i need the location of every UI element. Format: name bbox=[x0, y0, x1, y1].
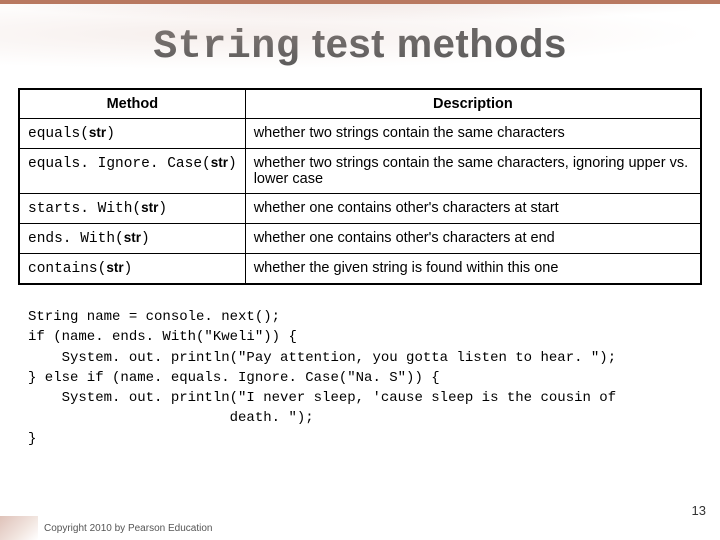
header-description: Description bbox=[245, 89, 701, 119]
table-row: starts. With(str) whether one contains o… bbox=[19, 194, 701, 224]
corner-decoration bbox=[0, 516, 38, 540]
method-desc: whether two strings contain the same cha… bbox=[245, 119, 701, 149]
copyright-footer: Copyright 2010 by Pearson Education bbox=[44, 523, 212, 534]
table-row: equals(str) whether two strings contain … bbox=[19, 119, 701, 149]
page-number: 13 bbox=[692, 503, 706, 518]
code-example: String name = console. next(); if (name.… bbox=[28, 307, 700, 449]
method-name: starts. With(str) bbox=[19, 194, 245, 224]
table-row: equals. Ignore. Case(str) whether two st… bbox=[19, 149, 701, 194]
method-desc: whether the given string is found within… bbox=[245, 254, 701, 285]
table-header-row: Method Description bbox=[19, 89, 701, 119]
method-desc: whether one contains other's characters … bbox=[245, 224, 701, 254]
header-background bbox=[0, 0, 720, 70]
table-row: ends. With(str) whether one contains oth… bbox=[19, 224, 701, 254]
method-desc: whether one contains other's characters … bbox=[245, 194, 701, 224]
table-row: contains(str) whether the given string i… bbox=[19, 254, 701, 285]
header-method: Method bbox=[19, 89, 245, 119]
method-name: ends. With(str) bbox=[19, 224, 245, 254]
method-desc: whether two strings contain the same cha… bbox=[245, 149, 701, 194]
method-name: equals. Ignore. Case(str) bbox=[19, 149, 245, 194]
method-name: contains(str) bbox=[19, 254, 245, 285]
method-name: equals(str) bbox=[19, 119, 245, 149]
methods-table: Method Description equals(str) whether t… bbox=[18, 88, 702, 285]
